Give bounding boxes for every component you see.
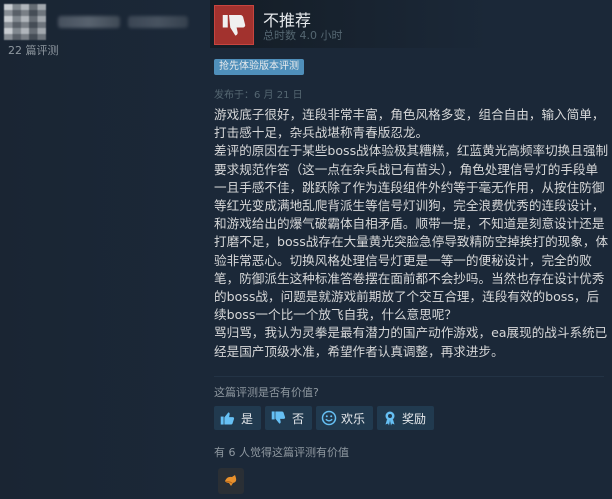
vote-buttons: 是 否 欢乐 奖励: [214, 406, 435, 430]
vote-yes-button[interactable]: 是: [214, 406, 262, 430]
reviewer-panel: 22 篇评测: [0, 0, 200, 499]
playtime-hours: 总时数 4.0 小时: [263, 29, 343, 42]
posted-date: 发布于：6 月 21 日: [214, 90, 303, 101]
vote-funny-button[interactable]: 欢乐: [316, 406, 374, 430]
vote-no-button[interactable]: 否: [265, 406, 313, 430]
vote-funny-label: 欢乐: [341, 411, 366, 426]
award-icon: [382, 410, 398, 426]
early-access-badge: 抢先体验版本评测: [214, 59, 304, 75]
vote-yes-label: 是: [241, 411, 254, 426]
thumbs-down-icon: [214, 5, 254, 45]
received-award-icon[interactable]: [218, 468, 244, 494]
smiley-icon: [321, 410, 337, 426]
username-redacted[interactable]: [58, 16, 120, 28]
review-count[interactable]: 22 篇评测: [8, 42, 59, 58]
review-paragraph: 游戏底子很好，连段非常丰富，角色风格多变，组合自由，输入简单，打击感十足，杂兵战…: [214, 107, 605, 141]
award-button[interactable]: 奖励: [377, 406, 435, 430]
review-body: 游戏底子很好，连段非常丰富，角色风格多变，组合自由，输入简单，打击感十足，杂兵战…: [214, 106, 610, 361]
username-redacted-2: [128, 16, 188, 28]
avatar[interactable]: [4, 4, 46, 40]
review-paragraph: 骂归骂，我认为灵拳是最有潜力的国产动作游戏，ea展现的战斗系统已经是国产顶级水准…: [214, 325, 608, 359]
divider: [214, 376, 604, 377]
award-label: 奖励: [402, 411, 427, 426]
review-paragraph: 差评的原因在于某些boss战体验极其糟糕，红蓝黄光高频率切换且强制要求规范作答（…: [214, 143, 609, 323]
thumbs-up-icon: [219, 410, 237, 426]
vote-no-label: 否: [292, 411, 305, 426]
helpful-count: 有 6 人觉得这篇评测有价值: [214, 446, 349, 459]
helpful-question: 这篇评测是否有价值?: [214, 386, 319, 399]
thumbs-down-icon: [270, 410, 288, 426]
